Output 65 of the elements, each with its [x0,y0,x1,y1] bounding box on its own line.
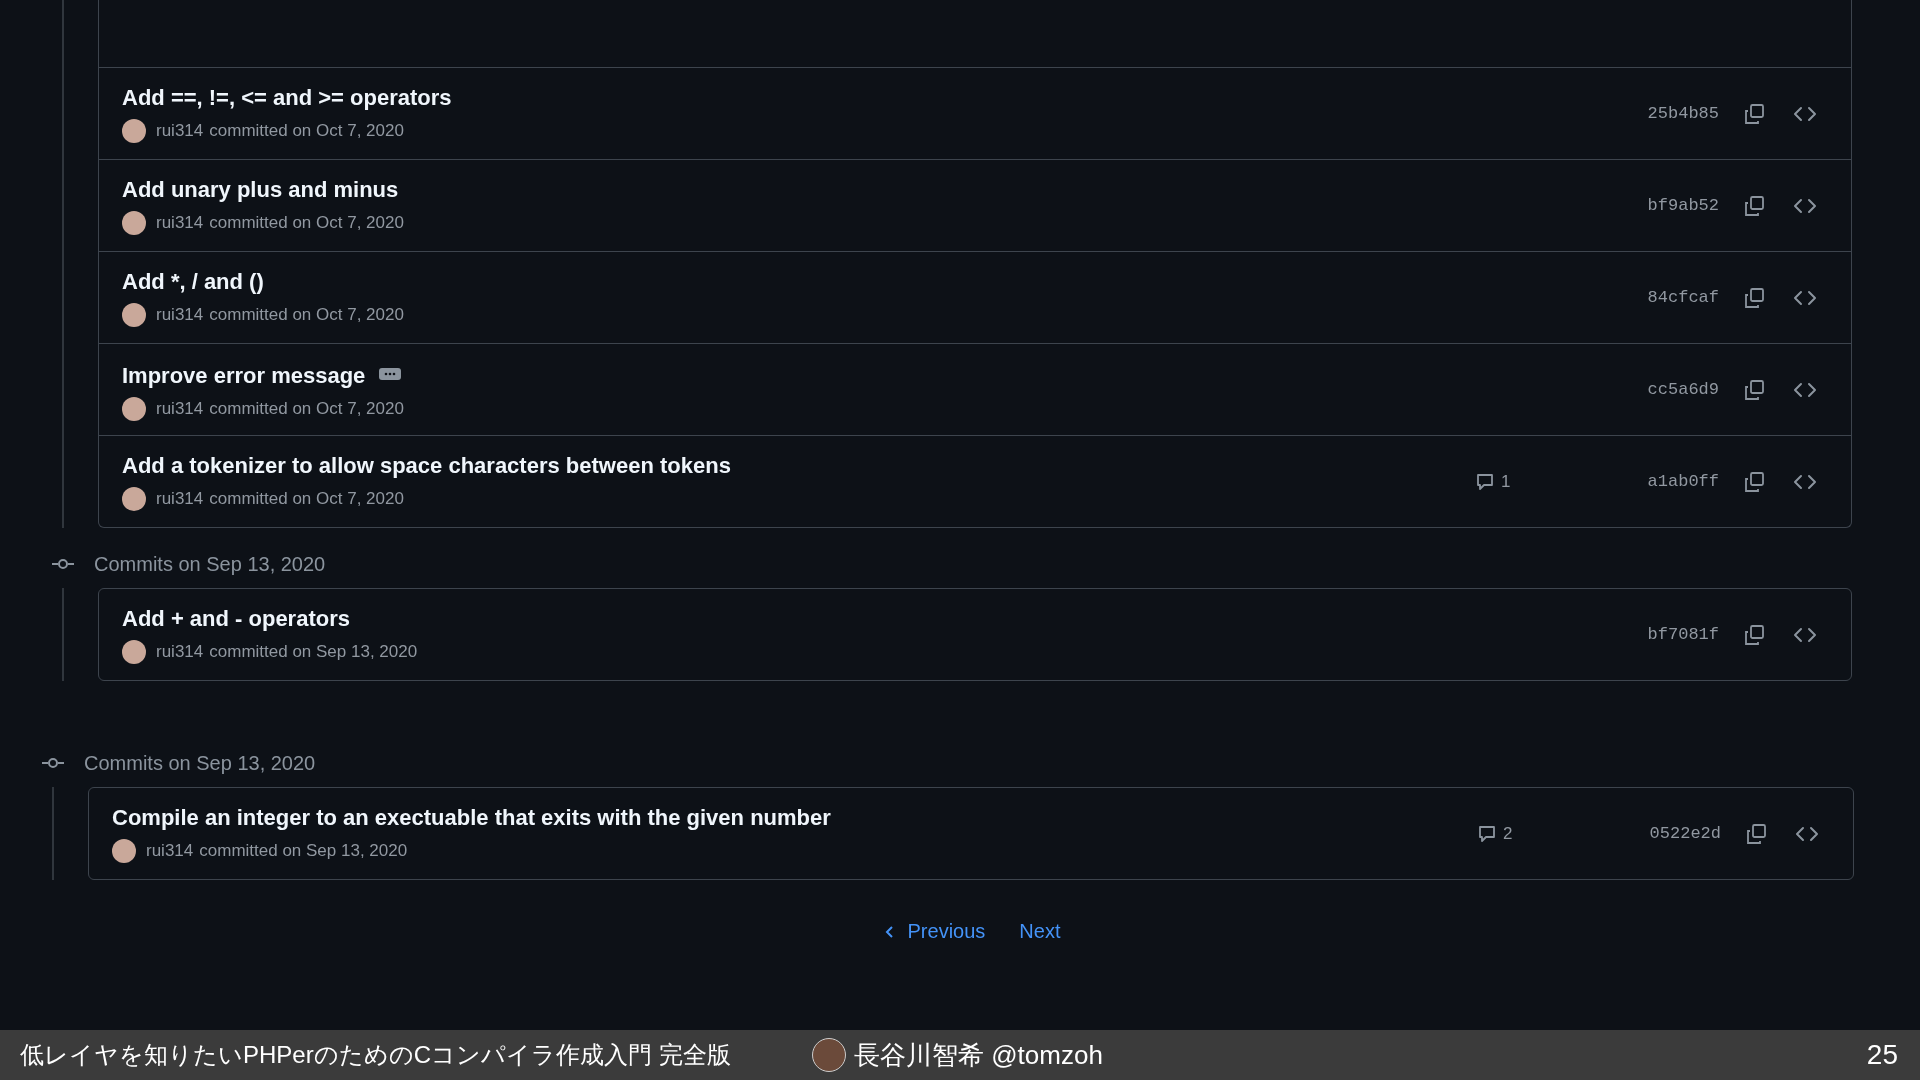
commit-date: committed on Oct 7, 2020 [209,398,404,419]
commit-date: committed on Sep 13, 2020 [199,840,408,861]
commit-author-link[interactable]: rui314 [146,840,194,861]
commit-hash-link[interactable]: 0522e2d [1631,824,1721,843]
commit-hash-link[interactable]: 84cfcaf [1629,288,1719,307]
avatar[interactable] [122,118,146,143]
copy-icon[interactable] [1743,378,1765,401]
commit-date: committed on Sep 13, 2020 [209,641,418,662]
chevron-left-icon [883,923,896,940]
copy-icon[interactable] [1743,623,1765,646]
speaker-name: 長谷川智希 @tomzoh [854,1038,1103,1072]
commit-title-link[interactable]: Add + and - operators [122,605,350,632]
previous-page-link[interactable]: Previous [883,920,986,943]
commit-author-link[interactable]: rui314 [156,641,204,662]
group-date-heading: Commits on Sep 13, 2020 [94,552,326,576]
commit-author-link[interactable]: rui314 [156,212,204,233]
copy-icon[interactable] [1743,102,1765,125]
code-icon[interactable] [1793,380,1817,399]
avatar[interactable] [122,302,146,327]
slide-title: 低レイヤを知りたいPHPerのためのCコンパイラ作成入門 完全版 [20,1040,732,1070]
code-icon[interactable] [1793,625,1817,644]
commit-hash-link[interactable]: bf9ab52 [1629,196,1719,215]
code-icon[interactable] [1793,472,1817,491]
code-icon[interactable] [1793,288,1817,307]
page-number: 25 [1866,1039,1898,1071]
commit-node-icon [42,757,64,769]
copy-icon[interactable] [1743,470,1765,493]
commit-author-link[interactable]: rui314 [156,488,204,509]
commit-date: committed on Oct 7, 2020 [209,212,404,233]
comment-count[interactable]: 2 [1503,823,1513,844]
commit-hash-link[interactable]: cc5a6d9 [1629,380,1719,399]
avatar[interactable] [122,639,146,664]
commit-author-link[interactable]: rui314 [156,120,204,141]
code-icon[interactable] [1793,196,1817,215]
next-page-link[interactable]: Next [1019,920,1061,943]
expand-message-button[interactable] [379,367,402,380]
avatar[interactable] [112,838,136,863]
commit-title-link[interactable]: Add unary plus and minus [122,176,399,203]
commit-date: committed on Oct 7, 2020 [209,304,404,325]
comment-count[interactable]: 1 [1501,471,1511,492]
commit-hash-link[interactable]: a1ab0ff [1629,472,1719,491]
code-icon[interactable] [1795,824,1819,843]
commit-title-link[interactable]: Add ==, !=, <= and >= operators [122,84,452,111]
copy-icon[interactable] [1743,194,1765,217]
commit-hash-link[interactable]: bf7081f [1629,625,1719,644]
copy-icon[interactable] [1743,286,1765,309]
code-icon[interactable] [1793,104,1817,123]
commit-date: committed on Oct 7, 2020 [209,120,404,141]
avatar[interactable] [122,396,146,421]
speaker-avatar [812,1038,846,1072]
commit-title-link[interactable]: Add *, / and () [122,268,264,295]
commit-title-link[interactable]: Compile an integer to an exectuable that exits with the given number [112,804,831,831]
copy-icon[interactable] [1745,822,1767,845]
commit-author-link[interactable]: rui314 [156,398,204,419]
comment-icon[interactable] [1477,823,1497,844]
commit-hash-link[interactable]: 25b4b85 [1629,104,1719,123]
avatar[interactable] [122,210,146,235]
commit-node-icon [52,558,74,570]
commit-title-link[interactable]: Add a tokenizer to allow space characters between tokens [122,452,731,479]
avatar[interactable] [122,486,146,511]
commit-title-link[interactable]: Improve error message [122,362,366,389]
group-date-heading: Commits on Sep 13, 2020 [84,751,316,775]
commit-author-link[interactable]: rui314 [156,304,204,325]
commit-date: committed on Oct 7, 2020 [209,488,404,509]
comment-icon[interactable] [1475,471,1495,492]
